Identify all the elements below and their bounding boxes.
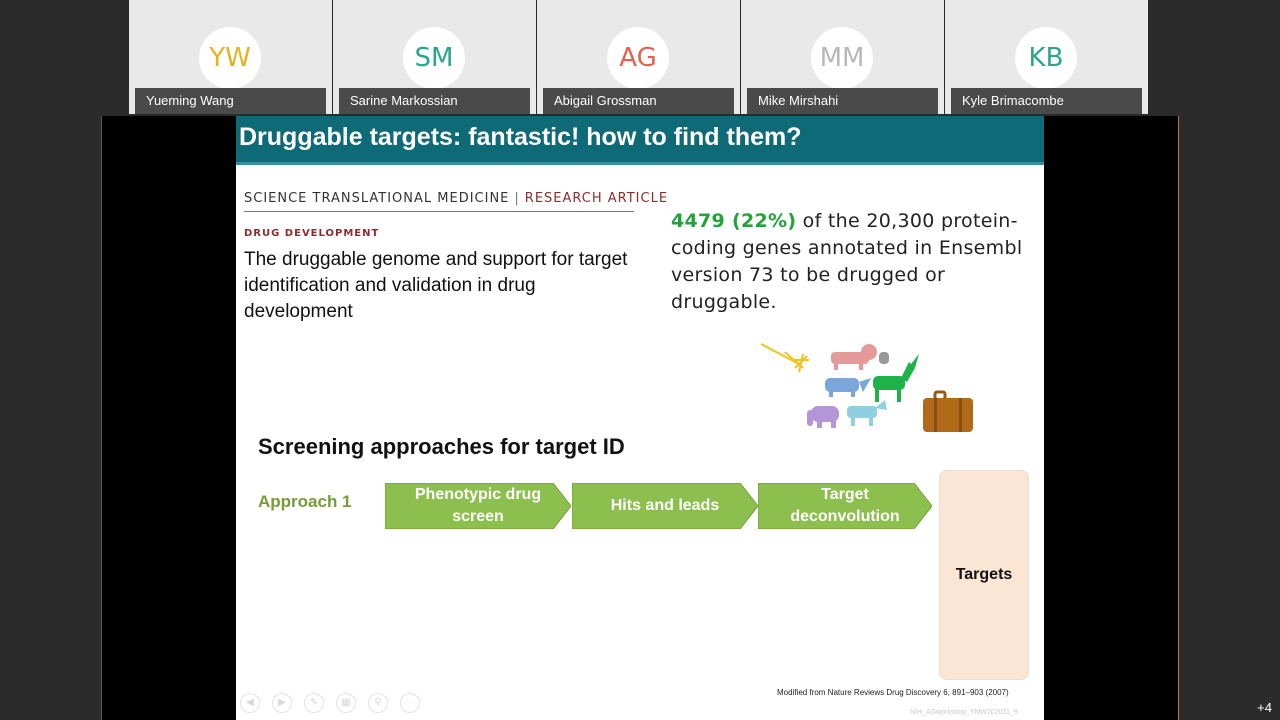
participant-tile[interactable]: MM Mike Mirshahi <box>741 0 944 114</box>
druggable-stat: 4479 (22%) of the 20,300 protein-coding … <box>671 208 1041 316</box>
screening-heading: Screening approaches for target ID <box>258 434 625 459</box>
journal-header: SCIENCE TRANSLATIONAL MEDICINE | RESEARCH … <box>244 191 669 206</box>
participant-tile[interactable]: SM Sarine Markossian <box>333 0 536 114</box>
avatar: SM <box>403 27 465 89</box>
avatar: MM <box>811 27 873 89</box>
targets-label: Targets <box>955 566 1013 583</box>
presentation-slide: Druggable targets: fantastic! how to fin… <box>236 116 1044 720</box>
pen-icon[interactable]: ✎ <box>304 693 324 713</box>
step-hits-and-leads: Hits and leads <box>572 483 758 529</box>
prev-slide-icon[interactable]: ◀ <box>240 693 260 713</box>
participant-tile[interactable]: YW Yueming Wang <box>129 0 332 114</box>
next-slide-icon[interactable]: ▶ <box>272 693 292 713</box>
step-label: Target deconvolution <box>790 486 900 525</box>
briefcase-icon <box>923 390 973 432</box>
avatar: KB <box>1015 27 1077 89</box>
avatar-initials: KB <box>1028 43 1064 73</box>
slide-title-bar: Druggable targets: fantastic! how to fin… <box>236 116 1044 165</box>
shared-screen: Druggable targets: fantastic! how to fin… <box>101 116 1179 720</box>
article-type: RESEARCH ARTICLE <box>524 191 669 206</box>
participant-name: Yueming Wang <box>135 88 326 114</box>
participant-name: Kyle Brimacombe <box>951 88 1142 114</box>
targets-box: Targets <box>939 470 1029 680</box>
participant-name: Mike Mirshahi <box>747 88 938 114</box>
citation-footnote: Modified from Nature Reviews Drug Discov… <box>777 688 1009 697</box>
step-target-deconvolution: Target deconvolution <box>758 483 932 529</box>
avatar-initials: YW <box>209 43 251 73</box>
more-participants-count[interactable]: +4 <box>1257 700 1272 715</box>
avatar-initials: AG <box>619 43 657 73</box>
participant-name: Abigail Grossman <box>543 88 734 114</box>
stat-highlight: 4479 (22%) <box>671 210 797 232</box>
slide-title: Druggable targets: fantastic! how to fin… <box>239 123 802 151</box>
avatar: YW <box>199 27 261 89</box>
zoom-icon[interactable]: ⚲ <box>368 693 388 713</box>
approach-label: Approach 1 <box>258 492 352 511</box>
step-label: Hits and leads <box>610 497 720 514</box>
article-title: The druggable genome and support for tar… <box>244 249 628 322</box>
avatar-initials: MM <box>819 43 865 73</box>
unicorn-illustration-icon <box>760 343 973 432</box>
participant-tile[interactable]: KB Kyle Brimacombe <box>945 0 1148 114</box>
avatar-initials: SM <box>414 43 454 73</box>
avatar: AG <box>607 27 669 89</box>
step-phenotypic-screen: Phenotypic drug screen <box>385 483 571 529</box>
article-section: DRUG DEVELOPMENT <box>244 228 380 239</box>
more-icon[interactable]: ⋯ <box>400 693 420 713</box>
journal-name: SCIENCE TRANSLATIONAL MEDICINE <box>244 191 510 206</box>
slides-icon[interactable]: ▦ <box>336 693 356 713</box>
divider <box>244 211 634 212</box>
participant-name: Sarine Markossian <box>339 88 530 114</box>
step-label: Phenotypic drug screen <box>414 486 542 525</box>
slide-watermark: NIH_AGworkshop_YMW202011_9 <box>910 709 1018 716</box>
participant-tile[interactable]: AG Abigail Grossman <box>537 0 740 114</box>
